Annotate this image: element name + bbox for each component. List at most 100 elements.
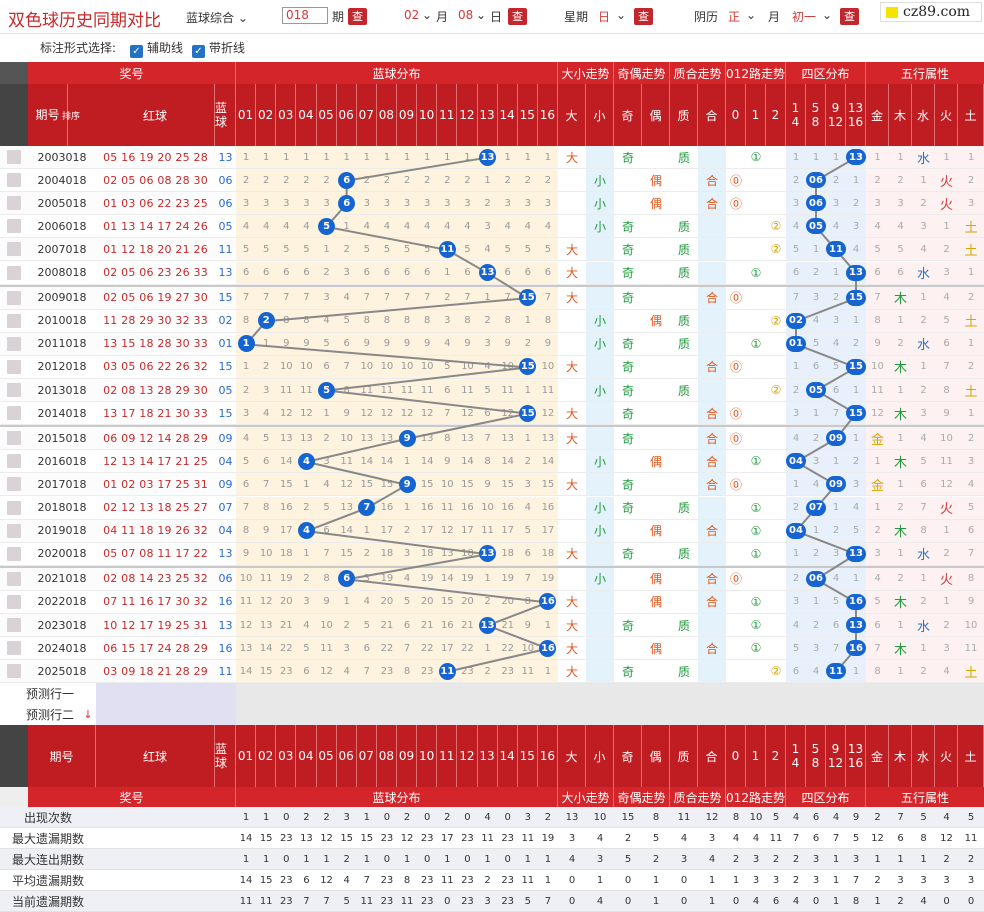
stats-value: 12 [871, 832, 884, 844]
zhihe-cell: 质 [670, 261, 698, 284]
lu012-cell: ① [746, 614, 766, 637]
stats-value: 0 [283, 811, 290, 823]
miss-cell: 2 [457, 169, 478, 192]
daxiao-cell: 大 [558, 590, 586, 613]
query-button-4[interactable]: 查 [840, 8, 859, 25]
jiou-cell: 奇 [614, 332, 642, 355]
checkbox-checked-icon[interactable]: ✓ [130, 45, 143, 58]
footer-xiao: 小 [586, 725, 614, 788]
daxiao-cell [586, 660, 614, 683]
stats-value: 0 [504, 853, 511, 865]
week-chevron-icon[interactable]: ⌄ [616, 8, 626, 22]
wuxing-cell: 2 [958, 355, 984, 378]
footer-num: 06 [337, 725, 357, 788]
siqu-cell: 2 [806, 427, 826, 450]
daxiao-cell [558, 496, 586, 519]
siqu-cell: 6 [786, 660, 806, 683]
table-row: 2004018 02 05 06 08 28 30 06 2 2 2 2 2 6 2 2 2 2 2 2 1 2… [0, 169, 984, 193]
daxiao-cell [586, 473, 614, 496]
stats-value: 1 [444, 853, 451, 865]
footer-jiou: 奇偶走势 [614, 787, 670, 808]
stats-value: 15 [360, 832, 374, 844]
arrow-down-icon[interactable]: ↓ [82, 704, 94, 725]
period-cell: 2023018 [37, 618, 87, 632]
miss-cell: 3 [417, 192, 438, 215]
option-helper-lines[interactable]: ✓ 辅助线 [130, 39, 183, 58]
miss-cell: 13 [477, 614, 498, 637]
miss-cell: 9 [397, 427, 418, 450]
header-num-02: 02 [256, 84, 277, 146]
footer-zhihe: 质合走势 [670, 787, 726, 808]
miss-cell: 7 [437, 402, 458, 425]
daxiao-cell: 大 [558, 286, 586, 309]
header-wx-0: 金 [866, 84, 889, 146]
lunar-day-select[interactable]: 初一 [792, 8, 816, 25]
miss-cell: 9 [256, 519, 277, 542]
stats-blank [96, 849, 236, 869]
lu012-cell [726, 261, 746, 284]
week-select[interactable]: 日 [598, 8, 610, 25]
stats-value: 14 [239, 832, 253, 844]
lu012-cell: ⓪ [726, 402, 746, 425]
annotation-options: 标注形式选择: ✓ 辅助线 ✓ 带折线 [0, 34, 984, 61]
period-cell: 2024018 [37, 641, 87, 655]
month-chevron-icon[interactable]: ⌄ [422, 8, 432, 22]
red-balls-cell: 01 13 14 17 24 26 [103, 219, 208, 233]
stats-value: 1 [652, 874, 660, 886]
table-row: 2023018 10 12 17 19 25 31 13 12 13 21 4 10 2 5 21 6… [0, 614, 984, 638]
jiou-cell: 偶 [642, 192, 670, 215]
stats-value: 2 [343, 853, 350, 865]
red-balls-cell: 13 15 18 28 30 33 [103, 337, 208, 351]
lunar-month-chevron-icon[interactable]: ⌄ [746, 8, 756, 22]
predict-label[interactable]: 预测行一 [0, 683, 96, 705]
miss-cell: 1 [316, 402, 337, 425]
miss-cell: 1 [276, 146, 297, 169]
miss-cell: 13 [296, 427, 317, 450]
siqu-ball: 13 [846, 149, 866, 166]
blue-ball-cell: 06 [218, 196, 233, 210]
top-toolbar: 双色球历史同期对比 蓝球综合 ⌄ 018 期 查 02 ⌄ 月 08 ⌄ 日 查… [0, 0, 984, 34]
avatar [7, 242, 21, 257]
checkbox-checked-icon[interactable]: ✓ [192, 45, 205, 58]
miss-cell: 5 [236, 450, 257, 473]
lunar-day-chevron-icon[interactable]: ⌄ [822, 8, 832, 22]
daxiao-cell [586, 286, 614, 309]
miss-cell: 4 [296, 519, 317, 542]
query-button-3[interactable]: 查 [634, 8, 653, 25]
miss-cell: 1 [517, 146, 538, 169]
lunar-month-select[interactable]: 正 [728, 8, 740, 25]
month-select[interactable]: 02 [404, 8, 419, 22]
siqu-ball: 11 [826, 663, 846, 680]
footer-wx: 水 [912, 725, 935, 788]
stats-label: 出现次数 [23, 810, 72, 825]
miss-cell: 8 [417, 309, 438, 332]
miss-cell: 9 [497, 332, 518, 355]
query-button-2[interactable]: 查 [508, 8, 527, 25]
miss-cell: 20 [376, 590, 397, 613]
miss-cell: 13 [256, 614, 277, 637]
jiou-cell: 奇 [614, 660, 642, 683]
footer-group-row: 奖号 蓝球分布 大小走势 奇偶走势 质合走势 012路走势 四区分布 五行属性 [0, 787, 984, 808]
stats-value: 1 [897, 853, 904, 865]
miss-cell: 21 [457, 614, 478, 637]
blue-ball-cell: 09 [218, 477, 233, 491]
red-balls-cell: 02 05 06 23 26 33 [103, 266, 208, 280]
period-cell: 2021018 [37, 572, 87, 586]
stats-value: 2 [943, 853, 950, 865]
day-select[interactable]: 08 [458, 8, 473, 22]
mode-select[interactable]: 蓝球综合 ⌄ [186, 9, 248, 26]
miss-cell: 3 [517, 473, 538, 496]
day-chevron-icon[interactable]: ⌄ [476, 8, 486, 22]
stats-value: 1 [832, 895, 840, 907]
stats-value: 11 [360, 895, 374, 907]
option-polyline[interactable]: ✓ 带折线 [192, 39, 245, 58]
period-input[interactable]: 018 [282, 7, 328, 24]
lu012-cell: ⓪ [726, 427, 746, 450]
site-logo[interactable]: cz89.com [880, 2, 982, 22]
stats-value: 3 [812, 853, 820, 865]
query-button-1[interactable]: 查 [348, 8, 367, 25]
miss-cell: 4 [497, 215, 518, 238]
siqu-cell: 3 [826, 542, 846, 565]
miss-cell: 19 [537, 567, 558, 590]
miss-cell: 4 [397, 215, 418, 238]
